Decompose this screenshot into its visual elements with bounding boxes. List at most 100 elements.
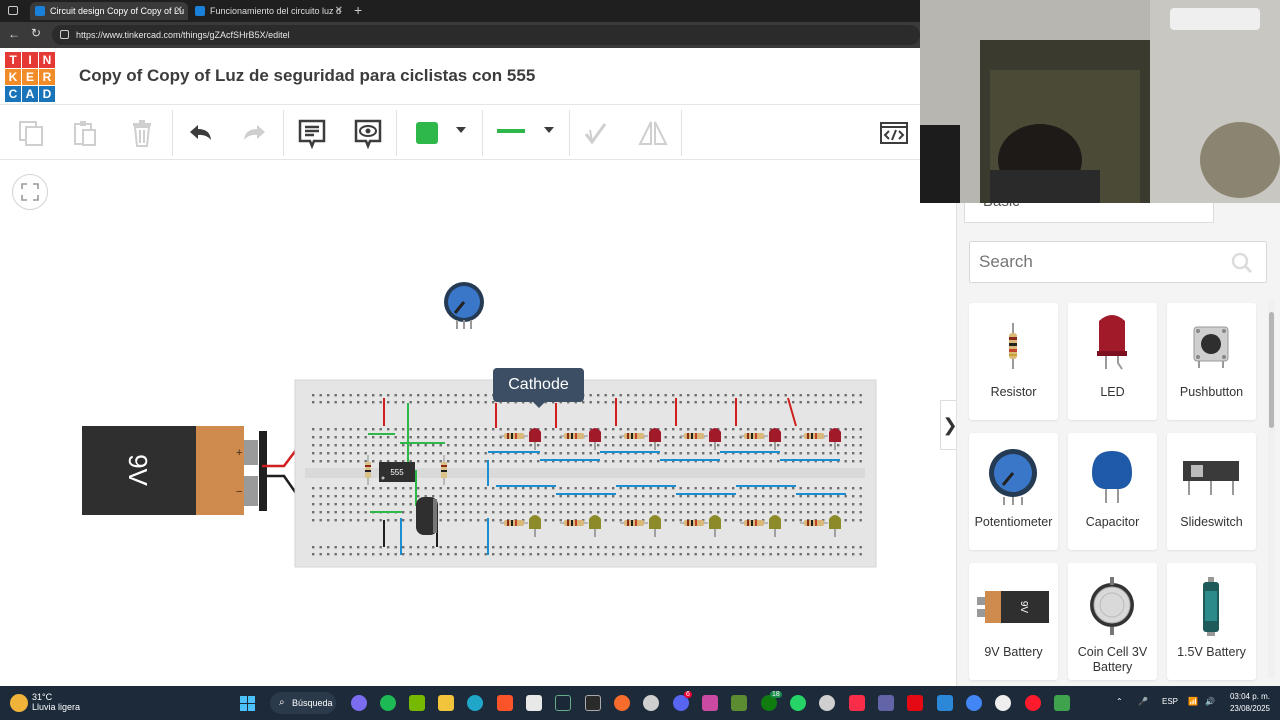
- app-icon[interactable]: [702, 695, 718, 711]
- app-icon[interactable]: [995, 695, 1011, 711]
- show-hidden-icons-icon[interactable]: ⌃: [1116, 697, 1123, 706]
- microphone-icon[interactable]: 🎤: [1138, 697, 1148, 706]
- breadboard-hole: [499, 460, 502, 463]
- component-card-capacitor[interactable]: Capacitor: [1068, 433, 1157, 550]
- breadboard-hole: [447, 511, 450, 514]
- language-indicator[interactable]: ESP: [1162, 697, 1178, 706]
- wifi-icon[interactable]: 📶: [1188, 697, 1198, 706]
- app-icon[interactable]: [643, 695, 659, 711]
- breadboard-hole: [454, 401, 457, 404]
- breadboard-hole: [327, 452, 330, 455]
- netflix-icon[interactable]: [907, 695, 923, 711]
- music-icon[interactable]: [849, 695, 865, 711]
- app-icon[interactable]: [937, 695, 953, 711]
- breadboard-hole: [327, 503, 330, 506]
- component-search-input[interactable]: [969, 241, 1267, 283]
- breadboard-hole: [769, 394, 772, 397]
- component-card-potentiometer[interactable]: Potentiometer: [969, 433, 1058, 550]
- breadboard-hole: [807, 401, 810, 404]
- app-icon[interactable]: [1054, 695, 1070, 711]
- breadboard-hole: [657, 394, 660, 397]
- breadboard-hole: [574, 511, 577, 514]
- battery-9v-component[interactable]: + −: [82, 426, 267, 515]
- breadboard-hole: [597, 487, 600, 490]
- breadboard-hole: [447, 495, 450, 498]
- breadboard-hole: [462, 452, 465, 455]
- breadboard-hole: [484, 503, 487, 506]
- component-card-coin-cell[interactable]: Coin Cell 3V Battery: [1068, 563, 1157, 680]
- component-card-resistor[interactable]: Resistor: [969, 303, 1058, 420]
- breadboard-hole: [454, 553, 457, 556]
- file-explorer-icon[interactable]: [438, 695, 454, 711]
- breadboard-hole: [604, 511, 607, 514]
- slideswitch-icon: [1183, 461, 1239, 495]
- battery-9v-icon: 9V: [977, 591, 1049, 623]
- component-card-aa-battery[interactable]: 1.5V Battery: [1167, 563, 1256, 680]
- breadboard-hole: [484, 511, 487, 514]
- whatsapp-icon[interactable]: [790, 695, 806, 711]
- breadboard-hole: [372, 452, 375, 455]
- volume-icon[interactable]: 🔊: [1205, 697, 1215, 706]
- breadboard-hole: [619, 428, 622, 431]
- breadboard-hole: [649, 553, 652, 556]
- breadboard-hole: [679, 495, 682, 498]
- spotify-icon[interactable]: [380, 695, 396, 711]
- panel-scrollbar[interactable]: [1268, 300, 1275, 678]
- breadboard-hole: [754, 487, 757, 490]
- breadboard-hole: [664, 495, 667, 498]
- epic-games-icon[interactable]: [585, 695, 601, 711]
- chrome-icon[interactable]: [966, 695, 982, 711]
- breadboard-hole: [777, 394, 780, 397]
- breadboard-hole: [792, 519, 795, 522]
- breadboard-hole: [364, 495, 367, 498]
- origin-icon[interactable]: [614, 695, 630, 711]
- breadboard-hole: [777, 553, 780, 556]
- circuit-drawing[interactable]: + − 9V 555: [0, 0, 956, 686]
- component-card-pushbutton[interactable]: Pushbutton: [1167, 303, 1256, 420]
- brave-icon[interactable]: [497, 695, 513, 711]
- windows-start-icon[interactable]: [240, 696, 255, 711]
- edge-icon[interactable]: [467, 695, 483, 711]
- component-card-led[interactable]: LED: [1068, 303, 1157, 420]
- breadboard-hole: [612, 444, 615, 447]
- breadboard-hole: [807, 553, 810, 556]
- breadboard-hole: [634, 495, 637, 498]
- breadboard-hole: [762, 428, 765, 431]
- potentiometer-component[interactable]: [444, 282, 484, 329]
- breadboard-hole: [312, 452, 315, 455]
- breadboard-hole: [492, 428, 495, 431]
- breadboard-hole: [799, 428, 802, 431]
- breadboard-hole: [649, 401, 652, 404]
- breadboard-hole: [777, 546, 780, 549]
- weather-widget[interactable]: 31°C Lluvia ligera: [10, 692, 80, 712]
- breadboard-hole: [769, 511, 772, 514]
- breadboard-hole: [342, 487, 345, 490]
- taskbar-search[interactable]: ⌕ Búsqueda: [270, 692, 336, 714]
- breadboard-hole: [372, 546, 375, 549]
- led-icon: [1097, 315, 1127, 370]
- breadboard-hole: [792, 553, 795, 556]
- breadboard-hole: [784, 546, 787, 549]
- breadboard-hole: [769, 444, 772, 447]
- breadboard-hole: [522, 511, 525, 514]
- capacitor-component[interactable]: [416, 497, 438, 535]
- breadboard-hole: [589, 553, 592, 556]
- breadboard-hole: [462, 460, 465, 463]
- opera-icon[interactable]: [1025, 695, 1041, 711]
- store-icon[interactable]: [526, 695, 542, 711]
- component-card-slideswitch[interactable]: Slideswitch: [1167, 433, 1256, 550]
- scrollbar-thumb[interactable]: [1269, 312, 1274, 428]
- component-category-select[interactable]: Basic: [964, 203, 1214, 223]
- breadboard-hole: [642, 460, 645, 463]
- component-card-9v-battery[interactable]: 9V 9V Battery: [969, 563, 1058, 680]
- copilot-icon[interactable]: [351, 695, 367, 711]
- nvidia-icon[interactable]: [409, 695, 425, 711]
- speedometer-icon[interactable]: [819, 695, 835, 711]
- breadboard-hole: [769, 503, 772, 506]
- minecraft-icon[interactable]: [731, 695, 747, 711]
- steam-icon[interactable]: [555, 695, 571, 711]
- system-clock[interactable]: 03:04 p. m. 23/08/2025: [1222, 691, 1270, 715]
- breadboard-hole: [537, 503, 540, 506]
- teams-icon[interactable]: [878, 695, 894, 711]
- breadboard-hole: [319, 495, 322, 498]
